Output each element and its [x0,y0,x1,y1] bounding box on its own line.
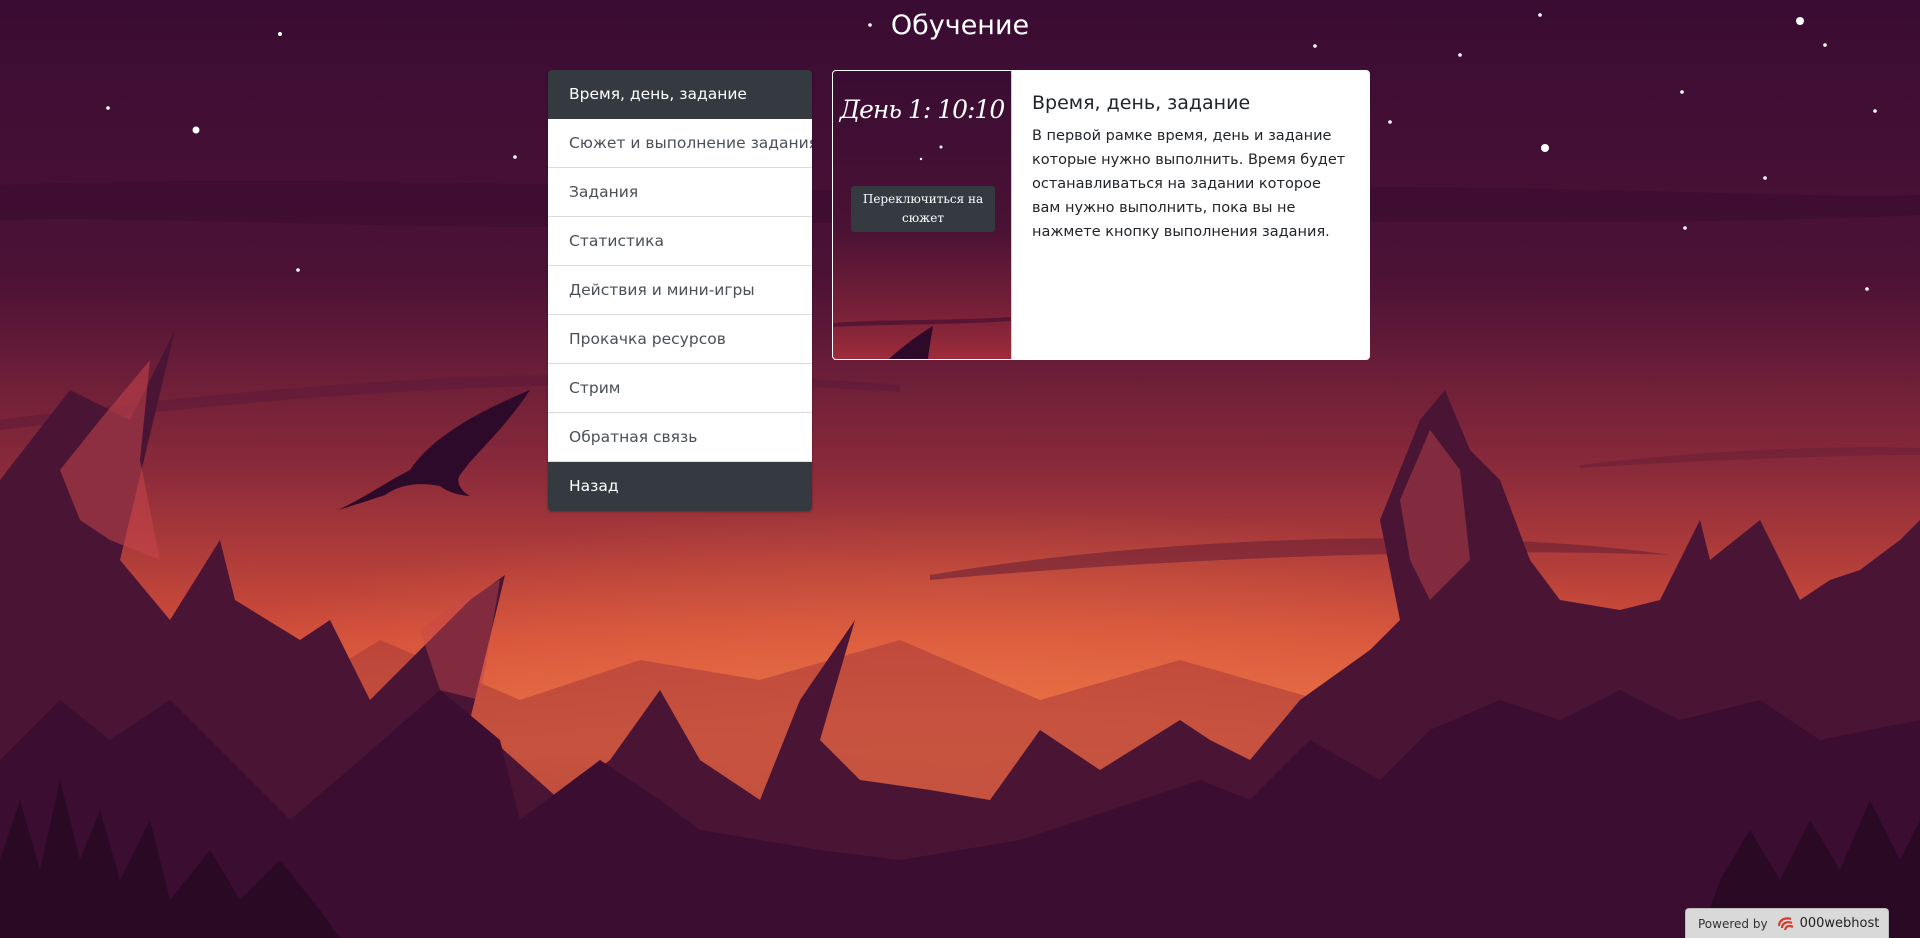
card-body: Время, день, задание В первой рамке врем… [1032,92,1352,244]
webhost-logo-icon [1776,914,1796,934]
menu-item-feedback[interactable]: Обратная связь [548,413,812,462]
powered-by-badge[interactable]: Powered by 000webhost [1685,908,1889,938]
webhost-brand: 000webhost [1799,916,1880,931]
tutorial-menu: Время, день, задание Сюжет и выполнение … [548,70,812,511]
page-title: Обучение [890,10,1030,41]
menu-item-time-day-task[interactable]: Время, день, задание [548,70,812,119]
tutorial-card: День 1: 10:10 Переключиться на сюжет Вре… [832,70,1370,360]
back-button[interactable]: Назад [548,462,812,511]
card-title: Время, день, задание [1032,92,1251,114]
menu-item-resource-upgrades[interactable]: Прокачка ресурсов [548,315,812,364]
menu-item-plot-and-task-completion[interactable]: Сюжет и выполнение задания [548,119,812,168]
switch-to-plot-button[interactable]: Переключиться на сюжет [851,186,995,232]
game-preview-frame: День 1: 10:10 Переключиться на сюжет [833,71,1012,359]
preview-day-time: День 1: 10:10 [839,95,1005,124]
menu-item-tasks[interactable]: Задания [548,168,812,217]
menu-item-actions-mini-games[interactable]: Действия и мини-игры [548,266,812,315]
menu-item-stream[interactable]: Стрим [548,364,812,413]
powered-by-label: Powered by [1698,916,1768,931]
card-text: В первой рамке время, день и задание кот… [1032,128,1346,240]
menu-item-statistics[interactable]: Статистика [548,217,812,266]
